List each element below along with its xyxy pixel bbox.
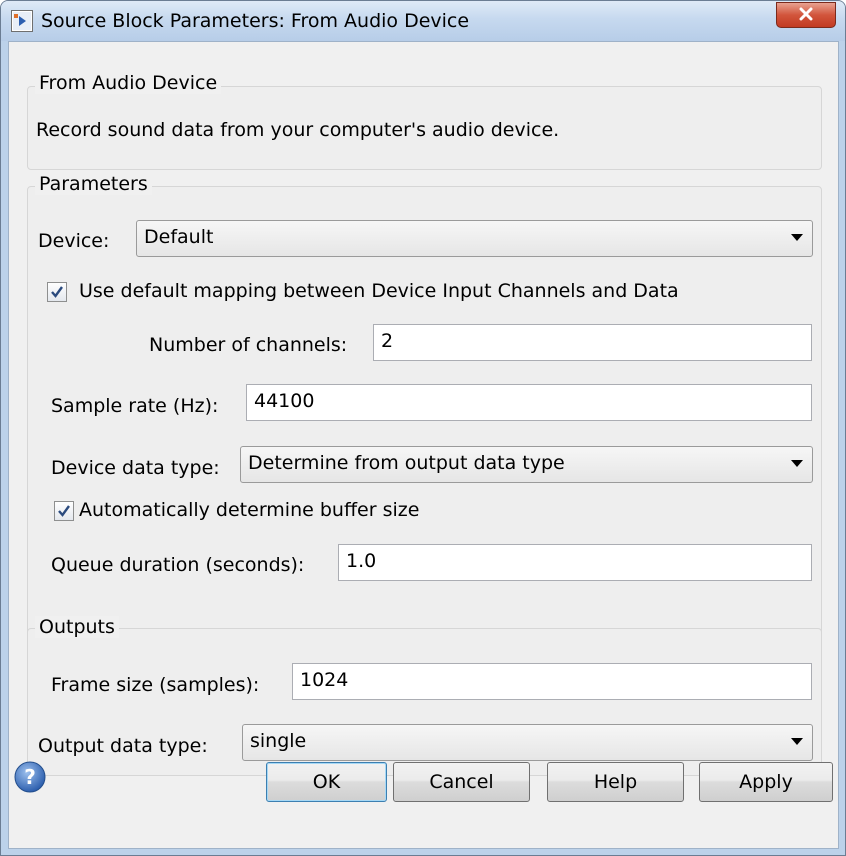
close-icon xyxy=(798,4,814,26)
num-channels-input[interactable]: 2 xyxy=(373,324,812,361)
chevron-down-icon xyxy=(791,234,803,241)
help-button[interactable]: Help xyxy=(547,762,684,802)
parameters-group-title: Parameters xyxy=(35,173,152,195)
outputs-group-title: Outputs xyxy=(35,616,119,638)
window-title: Source Block Parameters: From Audio Devi… xyxy=(41,10,470,32)
svg-text:?: ? xyxy=(24,765,36,789)
help-icon[interactable]: ? xyxy=(14,761,46,793)
output-data-type-select[interactable]: single xyxy=(242,724,813,761)
auto-buffer-label: Automatically determine buffer size xyxy=(79,499,420,521)
cancel-button[interactable]: Cancel xyxy=(393,762,530,802)
device-data-type-label: Device data type: xyxy=(51,457,220,479)
close-button[interactable] xyxy=(776,2,836,28)
device-data-type-select[interactable]: Determine from output data type xyxy=(240,446,813,483)
default-mapping-label: Use default mapping between Device Input… xyxy=(79,280,679,302)
device-data-type-value: Determine from output data type xyxy=(248,452,565,474)
output-data-type-value: single xyxy=(250,730,307,752)
apply-button[interactable]: Apply xyxy=(699,762,833,802)
ok-button[interactable]: OK xyxy=(266,762,387,802)
title-bar[interactable]: Source Block Parameters: From Audio Devi… xyxy=(1,1,845,41)
description-text: Record sound data from your computer's a… xyxy=(36,119,560,141)
default-mapping-checkbox[interactable] xyxy=(47,282,67,302)
chevron-down-icon xyxy=(791,738,803,745)
auto-buffer-checkbox[interactable] xyxy=(54,501,74,521)
chevron-down-icon xyxy=(791,460,803,467)
num-channels-label: Number of channels: xyxy=(149,334,348,356)
queue-duration-input[interactable]: 1.0 xyxy=(338,544,812,581)
device-label: Device: xyxy=(38,230,110,252)
device-select[interactable]: Default xyxy=(136,220,813,257)
dialog-client: From Audio Device Record sound data from… xyxy=(8,41,839,849)
frame-size-label: Frame size (samples): xyxy=(51,674,260,696)
frame-size-input[interactable]: 1024 xyxy=(292,663,812,700)
description-group-title: From Audio Device xyxy=(35,72,222,94)
checkmark-icon xyxy=(51,286,63,298)
dialog-window: Source Block Parameters: From Audio Devi… xyxy=(0,0,846,856)
sample-rate-label: Sample rate (Hz): xyxy=(51,395,219,417)
queue-duration-label: Queue duration (seconds): xyxy=(51,554,305,576)
output-data-type-label: Output data type: xyxy=(38,735,208,757)
app-icon xyxy=(11,10,33,32)
checkmark-icon xyxy=(58,505,70,517)
device-select-value: Default xyxy=(144,226,214,248)
sample-rate-input[interactable]: 44100 xyxy=(246,384,812,421)
